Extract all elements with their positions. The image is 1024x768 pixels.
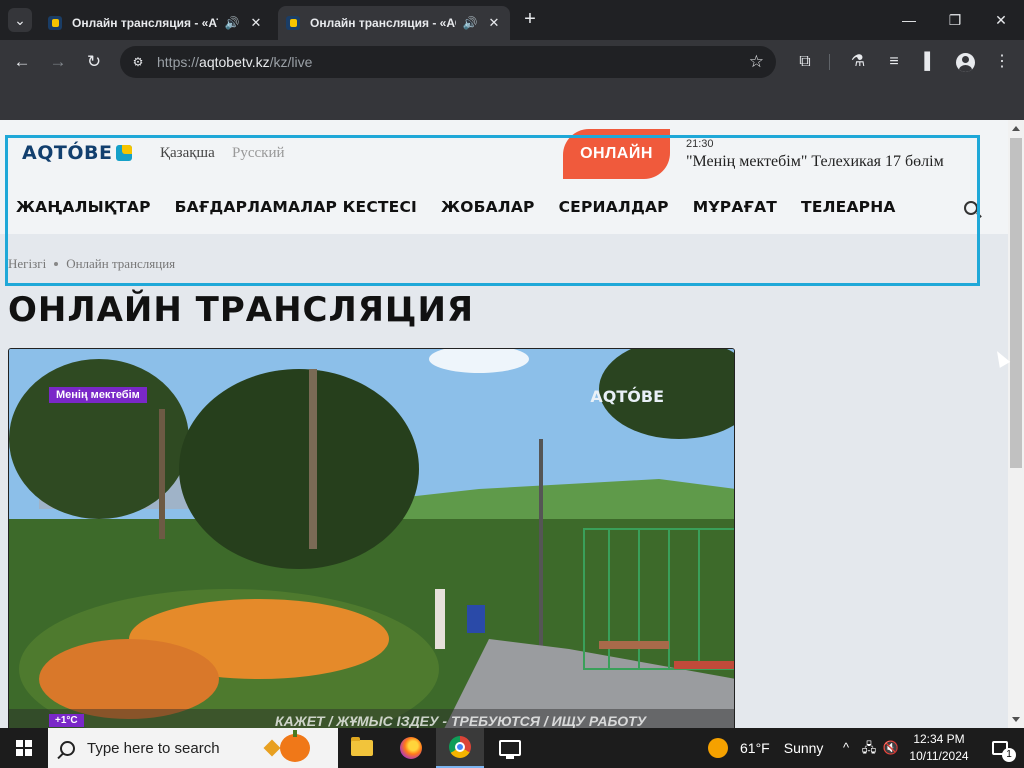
taskbar-search-box[interactable]: Type here to search	[48, 728, 338, 768]
show-badge: Менің мектебім	[49, 387, 147, 403]
window-close-button[interactable]: ✕	[978, 0, 1024, 40]
weather-temp: 61°F	[740, 740, 770, 756]
folder-icon	[351, 737, 373, 756]
web-page: AQTÓBE Қазақша Русский ОНЛАЙН 21:30 "Мен…	[0, 120, 1008, 728]
clock-time: 12:34 PM	[913, 732, 965, 746]
breadcrumb: Негізгі Онлайн трансляция	[8, 256, 175, 272]
file-explorer-button[interactable]	[338, 728, 386, 768]
url-scheme: https://	[157, 54, 200, 70]
scroll-up-icon[interactable]	[1012, 126, 1020, 131]
breadcrumb-current: Онлайн трансляция	[66, 256, 176, 271]
search-icon	[60, 740, 75, 756]
live-button[interactable]: ОНЛАЙН	[563, 129, 670, 179]
browser-tab-active[interactable]: Онлайн трансляция - «АС 🔊 ✕	[278, 6, 510, 40]
side-panel-icon[interactable]: ▌	[918, 50, 942, 74]
tab-search-button[interactable]: ⌄	[8, 8, 32, 32]
firefox-button[interactable]	[387, 728, 435, 768]
video-player[interactable]: Менің мектебім AQTÓBE +1°C КАЖЕТ / ЖҰМЫС…	[8, 348, 735, 728]
chrome-button[interactable]	[436, 728, 484, 768]
remote-desktop-button[interactable]	[486, 728, 534, 768]
sun-icon	[708, 738, 728, 758]
logo-text: AQTÓBE	[22, 142, 113, 164]
browser-tab-strip: ⌄ Онлайн трансляция - «АТ 🔊 ✕ Онлайн тра…	[0, 0, 1024, 40]
language-kazakh-link[interactable]: Қазақша	[160, 145, 215, 162]
taskbar-clock[interactable]: 12:34 PM 10/11/2024	[900, 731, 978, 765]
toolbar-divider	[829, 54, 830, 70]
site-header: AQTÓBE Қазақша Русский ОНЛАЙН 21:30 "Мен…	[0, 120, 1008, 234]
nav-item-channel[interactable]: ТЕЛЕАРНА	[801, 198, 896, 216]
channel-watermark: AQTÓBE	[590, 387, 664, 406]
reload-button[interactable]: ↻	[82, 50, 106, 74]
kebab-menu-icon[interactable]: ⋮	[990, 50, 1014, 74]
search-icon[interactable]	[964, 201, 978, 215]
url-path: /kz/live	[269, 54, 313, 70]
weather-widget[interactable]: 61°F Sunny	[708, 728, 823, 768]
now-playing-time: 21:30	[686, 138, 714, 150]
language-russian-link[interactable]: Русский	[232, 145, 285, 162]
scrollbar-thumb[interactable]	[1010, 138, 1022, 468]
page-scrollbar[interactable]	[1008, 120, 1024, 728]
page-title: ОНЛАЙН ТРАНСЛЯЦИЯ	[8, 290, 475, 330]
now-playing-title[interactable]: "Менің мектебім" Телехикая 17 бөлім	[686, 153, 944, 171]
nav-item-schedule[interactable]: БАҒДАРЛАМАЛАР КЕСТЕСІ	[175, 198, 417, 216]
bookmarks-bar	[0, 84, 1024, 120]
close-icon[interactable]: ✕	[486, 15, 502, 31]
back-button[interactable]: ←	[10, 50, 34, 74]
chrome-icon	[449, 736, 471, 758]
aqtobe-favicon-icon	[286, 16, 300, 30]
browser-toolbar: ← → ↻ ⚙ https://aqtobetv.kz/kz/live ☆ ⧉ …	[0, 40, 1024, 84]
pumpkin-icon	[280, 730, 310, 762]
new-tab-button[interactable]: +	[518, 8, 542, 32]
tab-title: Онлайн трансляция - «АС	[310, 16, 456, 30]
puzzle-icon[interactable]: ⧉	[793, 50, 817, 74]
clock-date: 10/11/2024	[909, 749, 969, 763]
scroll-down-icon[interactable]	[1012, 717, 1020, 722]
remote-desktop-icon	[499, 740, 521, 759]
tune-icon[interactable]: ⚙	[130, 54, 146, 70]
nav-item-projects[interactable]: ЖОБАЛАР	[441, 198, 535, 216]
nav-item-news[interactable]: ЖАҢАЛЫҚТАР	[16, 198, 151, 216]
aqtobe-favicon-icon	[48, 16, 62, 30]
minimize-button[interactable]: —	[886, 0, 932, 40]
tab-title: Онлайн трансляция - «АТ	[72, 16, 218, 30]
logo-mark-icon	[116, 145, 133, 161]
volume-muted-icon[interactable]: 🔇	[882, 728, 900, 768]
restore-button[interactable]: ❐	[932, 0, 978, 40]
site-logo[interactable]: AQTÓBE	[22, 142, 133, 164]
start-button[interactable]	[0, 728, 48, 768]
temperature-badge: +1°C	[49, 714, 84, 727]
forward-button[interactable]: →	[46, 50, 70, 74]
url-text[interactable]: https://aqtobetv.kz/kz/live	[157, 54, 312, 70]
windows-logo-icon	[16, 740, 32, 756]
nav-item-series[interactable]: СЕРИАЛДАР	[559, 198, 669, 216]
breadcrumb-home[interactable]: Негізгі	[8, 256, 46, 272]
news-ticker: КАЖЕТ / ЖҰМЫС ІЗДЕУ - ТРЕБУЮТСЯ / ИЩУ РА…	[275, 713, 647, 728]
speaker-icon[interactable]: 🔊	[462, 16, 478, 30]
profile-icon[interactable]	[956, 53, 975, 72]
autumn-leaf-icon	[263, 739, 281, 757]
notification-center-button[interactable]: 1	[980, 728, 1020, 768]
address-bar[interactable]: ⚙ https://aqtobetv.kz/kz/live ☆	[120, 46, 776, 78]
weather-condition: Sunny	[783, 740, 824, 756]
windows-taskbar: Type here to search 61°F Sunny ^ 🖧 🔇 12:…	[0, 728, 1024, 768]
network-icon[interactable]: 🖧	[860, 728, 878, 768]
media-control-icon[interactable]: ≡	[882, 50, 906, 74]
breadcrumb-separator	[54, 262, 59, 266]
notification-count: 1	[1002, 748, 1016, 762]
browser-tab[interactable]: Онлайн трансляция - «АТ 🔊 ✕	[40, 6, 272, 40]
speaker-icon[interactable]: 🔊	[224, 16, 240, 30]
close-icon[interactable]: ✕	[248, 15, 264, 31]
firefox-icon	[400, 737, 422, 759]
chevron-down-icon: ⌄	[14, 11, 26, 28]
taskbar-search-placeholder: Type here to search	[87, 739, 220, 757]
url-host: aqtobetv.kz	[199, 54, 270, 70]
flask-icon[interactable]: ⚗	[846, 50, 870, 74]
nav-item-archive[interactable]: МҰРАҒАТ	[693, 198, 777, 216]
chevron-up-icon[interactable]: ^	[838, 728, 854, 768]
star-icon[interactable]: ☆	[749, 52, 764, 72]
main-nav: ЖАҢАЛЫҚТАР БАҒДАРЛАМАЛАР КЕСТЕСІ ЖОБАЛАР…	[16, 198, 920, 216]
